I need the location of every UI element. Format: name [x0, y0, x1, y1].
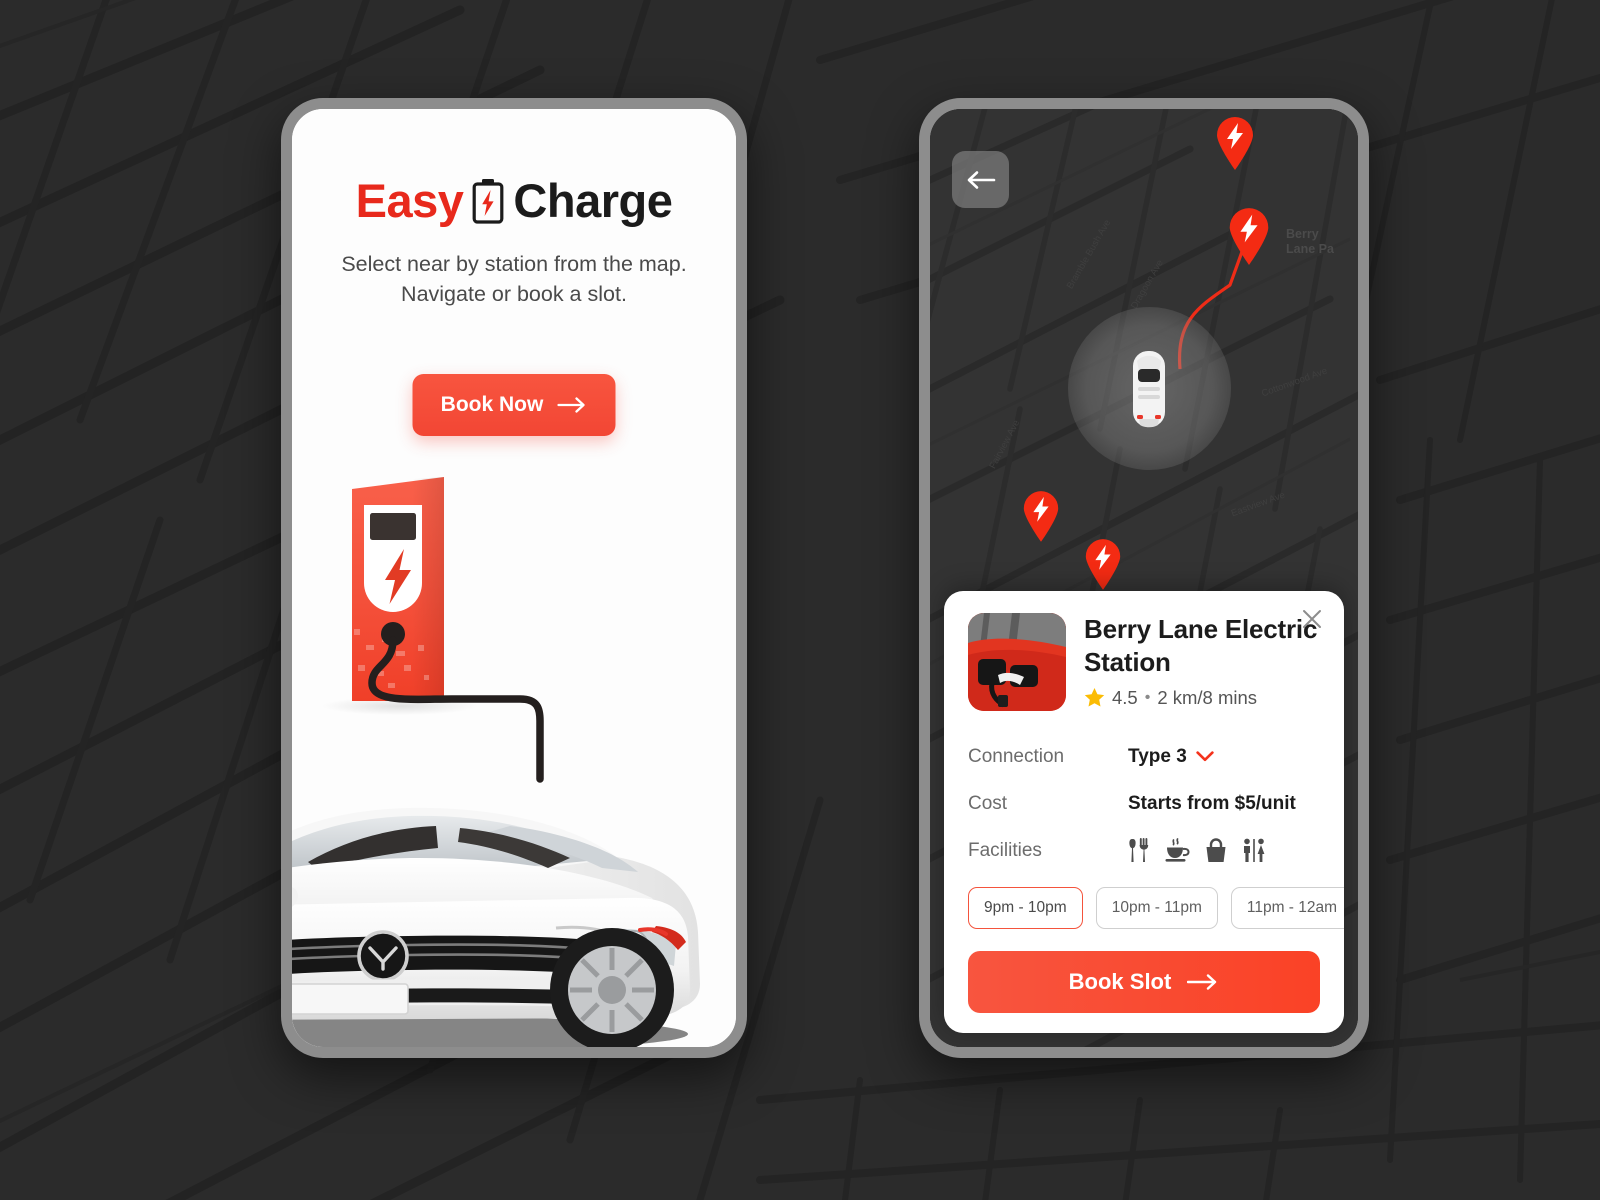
cost-label: Cost — [968, 792, 1008, 814]
onboarding-subtitle: Select near by station from the map. Nav… — [292, 250, 736, 309]
station-info-card: Berry Lane Electric Station 4.5 • 2 km/8… — [944, 591, 1344, 1033]
charging-station-pin-4[interactable] — [1082, 537, 1124, 596]
charging-station-pin-3[interactable] — [1020, 489, 1062, 548]
rating-separator: • — [1144, 688, 1151, 706]
cost-value: Starts from $5/unit — [1128, 792, 1296, 814]
close-icon[interactable] — [1300, 607, 1324, 631]
battery-bolt-icon — [471, 178, 505, 224]
restaurant-icon — [1129, 838, 1149, 862]
arrow-right-icon — [1187, 974, 1217, 990]
time-slot-list: 9pm - 10pm 10pm - 11pm 11pm - 12am 12am … — [968, 887, 1344, 929]
shopping-bag-icon — [1206, 838, 1226, 862]
facilities-row: Facilities — [968, 827, 1320, 874]
facilities-label: Facilities — [968, 839, 1042, 861]
facilities-icon-group — [1128, 838, 1267, 863]
onboarding-screen: Easy Charge Select near by station from … — [292, 109, 736, 1047]
connection-value: Type 3 — [1128, 745, 1187, 767]
station-rating-row: 4.5 • 2 km/8 mins — [1084, 687, 1320, 709]
time-slot-chip[interactable]: 11pm - 12am — [1230, 887, 1344, 929]
charging-station-pin-1[interactable] — [1213, 115, 1257, 176]
station-text-block: Berry Lane Electric Station 4.5 • 2 km/8… — [1084, 613, 1320, 709]
brand-charge: Charge — [513, 174, 673, 227]
subtitle-line-1: Select near by station from the map. — [341, 252, 687, 276]
rating-value: 4.5 — [1112, 686, 1138, 708]
time-slot-chip[interactable]: 9pm - 10pm — [968, 887, 1083, 929]
book-now-button[interactable]: Book Now — [412, 374, 616, 436]
user-vehicle-icon — [1133, 351, 1165, 428]
connection-row: Connection Type 3 — [968, 733, 1320, 780]
phone-map: Bramble Bush Ave Dragoon Ave Fairview Av… — [919, 98, 1369, 1058]
subtitle-line-2: Navigate or book a slot. — [401, 281, 627, 306]
star-icon — [1084, 688, 1105, 707]
connection-value-group[interactable]: Type 3 — [1128, 746, 1214, 768]
book-now-label: Book Now — [440, 393, 544, 416]
app-logo: Easy Charge — [292, 177, 736, 224]
arrow-right-icon — [557, 397, 585, 413]
station-title: Berry Lane Electric Station — [1084, 614, 1318, 678]
restroom-icon — [1244, 838, 1265, 862]
map-screen: Bramble Bush Ave Dragoon Ave Fairview Av… — [930, 109, 1358, 1047]
coffee-icon — [1165, 838, 1190, 862]
phone-onboarding: Easy Charge Select near by station from … — [281, 98, 747, 1058]
chevron-down-icon — [1196, 751, 1214, 762]
station-detail-rows: Connection Type 3 Cost Starts from $5/un… — [968, 733, 1320, 874]
cost-row: Cost Starts from $5/unit — [968, 780, 1320, 827]
brand-easy: Easy — [355, 174, 464, 227]
station-header: Berry Lane Electric Station 4.5 • 2 km/8… — [968, 613, 1320, 711]
distance-value: 2 km/8 mins — [1157, 686, 1258, 708]
book-slot-button[interactable]: Book Slot — [968, 951, 1320, 1013]
white-sedan-image — [292, 807, 700, 1047]
book-slot-label: Book Slot — [1068, 969, 1172, 994]
time-slot-chip[interactable]: 10pm - 11pm — [1095, 887, 1218, 929]
charging-station-pin-2[interactable] — [1225, 206, 1273, 271]
app-mockup-stage: Easy Charge Select near by station from … — [0, 0, 1600, 1200]
connection-label: Connection — [968, 745, 1065, 767]
station-thumbnail — [968, 613, 1066, 711]
